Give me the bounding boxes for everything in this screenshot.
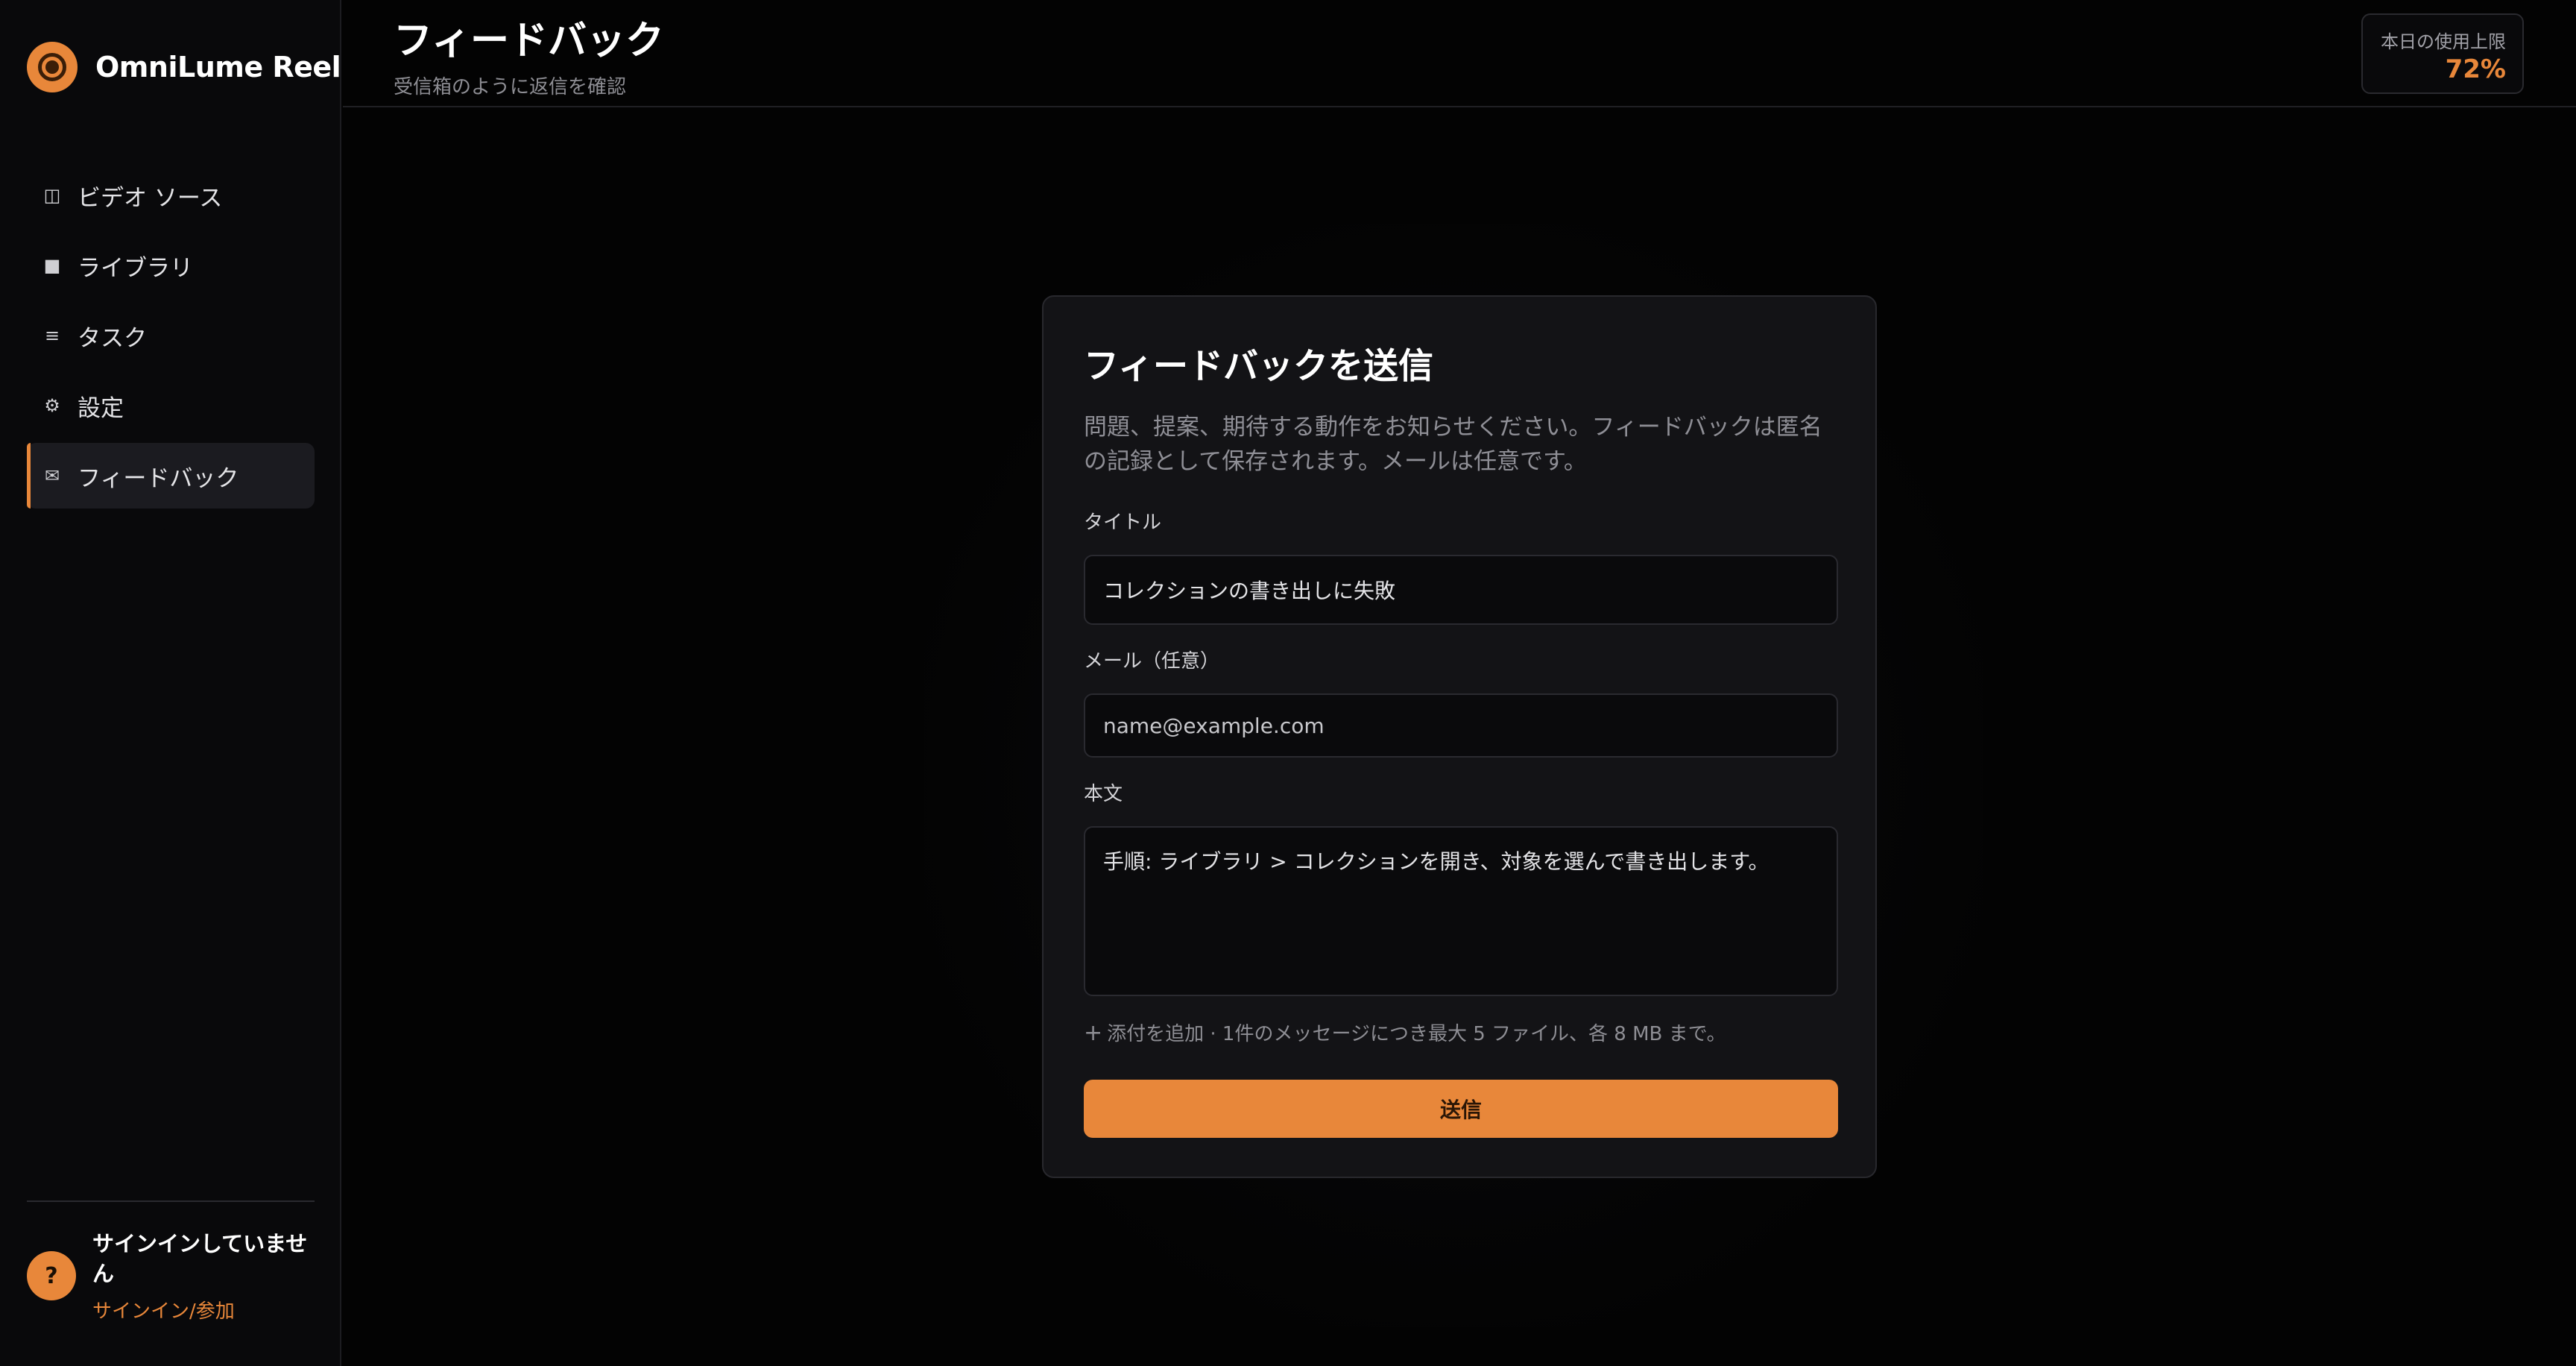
sidebar-item-label: 設定 bbox=[78, 394, 124, 422]
body-textarea[interactable]: 手順: ライブラリ > コレクションを開き、対象を選んで書き出します。 bbox=[1084, 826, 1838, 996]
sidebar-nav: ◫ ビデオ ソース ■ ライブラリ ≡ タスク ⚙ 設定 ✉ フィードバック bbox=[27, 163, 315, 513]
signin-link[interactable]: サインイン/参加 bbox=[92, 1296, 315, 1323]
title-input[interactable] bbox=[1084, 555, 1838, 625]
sidebar-item-label: ビデオ ソース bbox=[78, 184, 223, 212]
sidebar-item-video-source[interactable]: ◫ ビデオ ソース bbox=[27, 163, 315, 228]
sidebar-item-tasks[interactable]: ≡ タスク bbox=[27, 303, 315, 368]
app-name: OmniLume Reel bbox=[95, 51, 341, 84]
gear-icon: ⚙ bbox=[44, 395, 60, 416]
usage-badge: 本日の使用上限 72% bbox=[2361, 13, 2524, 94]
attach-text: 添付を追加 · 1件のメッセージにつき最大 5 ファイル、各 8 MB まで。 bbox=[1107, 1023, 1726, 1045]
brand[interactable]: OmniLume Reel bbox=[27, 42, 341, 92]
sidebar-item-label: フィードバック bbox=[78, 465, 239, 492]
form-description: 問題、提案、期待する動作をお知らせください。フィードバックは匿名の記録として保存… bbox=[1084, 414, 1822, 475]
attach-link[interactable]: + 添付を追加 · 1件のメッセージにつき最大 5 ファイル、各 8 MB まで。 bbox=[1084, 1019, 1726, 1046]
usage-label: 本日の使用上限 bbox=[2381, 31, 2506, 52]
usage-value: 72% bbox=[2445, 54, 2506, 84]
page-header: フィードバック 受信箱のように返信を確認 本日の使用上限 72% bbox=[343, 0, 2576, 107]
submit-button[interactable]: 送信 bbox=[1084, 1080, 1838, 1138]
form-title: フィードバックを送信 bbox=[1084, 346, 1434, 387]
mail-icon: ✉ bbox=[44, 465, 60, 486]
logo-icon bbox=[27, 42, 78, 92]
panel-icon: ◫ bbox=[43, 185, 61, 206]
body-label: 本文 bbox=[1084, 783, 1123, 805]
email-input[interactable] bbox=[1084, 693, 1838, 758]
square-icon: ■ bbox=[43, 255, 61, 276]
sidebar-item-library[interactable]: ■ ライブラリ bbox=[27, 233, 315, 298]
sidebar: OmniLume Reel ◫ ビデオ ソース ■ ライブラリ ≡ タスク ⚙ … bbox=[0, 0, 341, 1366]
list-icon: ≡ bbox=[44, 325, 60, 346]
avatar[interactable]: ? bbox=[27, 1251, 76, 1300]
sidebar-item-label: ライブラリ bbox=[78, 254, 193, 282]
page-title: フィードバック bbox=[394, 19, 664, 63]
sidebar-item-label: タスク bbox=[78, 324, 147, 352]
account-panel: ? サインインしていません サインイン/参加 bbox=[27, 1229, 315, 1323]
feedback-card: フィードバックを送信 問題、提案、期待する動作をお知らせください。フィードバック… bbox=[1042, 295, 1877, 1178]
sidebar-divider bbox=[27, 1200, 315, 1202]
app-root: OmniLume Reel ◫ ビデオ ソース ■ ライブラリ ≡ タスク ⚙ … bbox=[0, 0, 2576, 1366]
email-label: メール（任意） bbox=[1084, 650, 1220, 673]
title-label: タイトル bbox=[1084, 512, 1162, 534]
account-status: サインインしていません bbox=[92, 1231, 308, 1286]
sidebar-item-feedback[interactable]: ✉ フィードバック bbox=[27, 443, 315, 509]
sidebar-item-settings[interactable]: ⚙ 設定 bbox=[27, 373, 315, 438]
plus-icon: + bbox=[1084, 1020, 1103, 1046]
page-subtitle: 受信箱のように返信を確認 bbox=[394, 76, 627, 98]
